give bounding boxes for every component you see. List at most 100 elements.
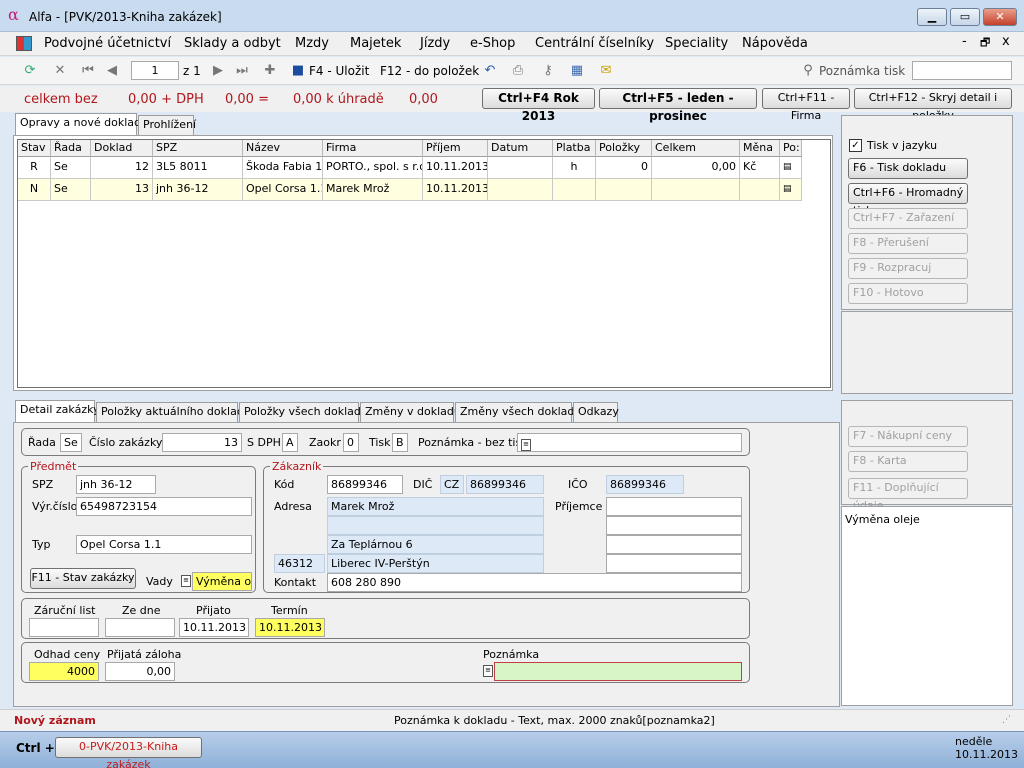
app-menu-icon[interactable]	[16, 36, 32, 51]
menu-speciality[interactable]: Speciality	[665, 36, 728, 51]
col-header-rada[interactable]: Řada	[51, 140, 91, 157]
minimize-button[interactable]: ▁	[917, 8, 947, 26]
menu-podvojne[interactable]: Podvojné účetnictví	[44, 36, 171, 51]
menu-napoveda[interactable]: Nápověda	[742, 36, 808, 51]
spz-field[interactable]: jnh 36-12	[76, 475, 156, 494]
poznamka-memo-icon[interactable]: ≡	[483, 665, 493, 677]
mdi-restore-button[interactable]: 🗗	[980, 34, 990, 53]
calculator-icon[interactable]: ▦	[569, 63, 585, 79]
last-record-icon[interactable]: ⏭	[234, 63, 250, 79]
resize-grip-icon[interactable]: ⋰	[1002, 715, 1011, 725]
menu-majetek[interactable]: Majetek	[350, 36, 401, 51]
first-record-icon[interactable]: ⏮	[80, 63, 96, 79]
col-header-firma[interactable]: Firma	[323, 140, 423, 157]
print-document-button[interactable]: F6 - Tisk dokladu	[848, 158, 968, 179]
vady-memo-icon[interactable]: ≡	[181, 575, 191, 587]
card-button[interactable]: F8 - Karta	[848, 451, 968, 472]
period-button[interactable]: Ctrl+F5 - leden - prosinec	[599, 88, 757, 123]
zedne-field[interactable]	[105, 618, 175, 637]
odhad-field[interactable]: 4000	[29, 662, 99, 681]
mail-icon[interactable]: ✉	[598, 63, 614, 79]
pause-button[interactable]: F8 - Přerušení	[848, 233, 968, 254]
address-line2-field[interactable]	[327, 516, 544, 535]
key-icon[interactable]: ⚷	[540, 63, 556, 79]
save-button[interactable]: F4 - Uložit	[309, 64, 369, 78]
prijato-field[interactable]: 10.11.2013	[179, 618, 249, 637]
hide-detail-button[interactable]: Ctrl+F12 - Skryj detail i položky	[854, 88, 1012, 122]
sdph-field[interactable]: A	[282, 433, 298, 452]
tab-prohlizeni[interactable]: Prohlížení	[138, 115, 196, 135]
search-field[interactable]	[912, 61, 1012, 80]
delete-icon[interactable]: ✕	[52, 63, 68, 79]
order-status-button[interactable]: F11 - Stav zakázky	[30, 568, 136, 589]
maximize-button[interactable]: ▭	[950, 8, 980, 26]
binoculars-icon[interactable]: ⚲	[800, 63, 816, 79]
tab-changes[interactable]: Změny v dokladu	[360, 402, 461, 422]
termin-field[interactable]: 10.11.2013	[255, 618, 325, 637]
additional-info-button[interactable]: F11 - Doplňující údaje	[848, 478, 968, 512]
city-field[interactable]: Liberec IV-Perštýn	[327, 554, 544, 573]
tab-items-all[interactable]: Položky všech dokladů	[239, 402, 368, 422]
tab-detail[interactable]: Detail zakázky	[15, 400, 100, 422]
undo-icon[interactable]: ↶	[482, 63, 498, 79]
purchase-prices-button[interactable]: F7 - Nákupní ceny	[848, 426, 968, 447]
menu-centralni[interactable]: Centrální číselníky	[535, 36, 654, 51]
col-header-nazev[interactable]: Název	[243, 140, 323, 157]
tab-links[interactable]: Odkazy	[573, 402, 619, 422]
zaruka-field[interactable]	[29, 618, 99, 637]
typ-field[interactable]: Opel Corsa 1.1	[76, 535, 252, 554]
tab-opravy[interactable]: Opravy a nové doklady	[15, 113, 148, 135]
col-header-doklad[interactable]: Doklad	[91, 140, 153, 157]
note-no-print-field[interactable]: ≡	[517, 433, 742, 452]
close-button[interactable]: ✕	[983, 8, 1017, 26]
ico-field[interactable]: 86899346	[606, 475, 684, 494]
prev-record-icon[interactable]: ◀	[104, 63, 120, 79]
prijemce-line4[interactable]	[606, 554, 742, 573]
menu-mzdy[interactable]: Mzdy	[295, 36, 329, 51]
prijemce-line1[interactable]	[606, 497, 742, 516]
vyr-field[interactable]: 65498723154	[76, 497, 252, 516]
poznamka-field[interactable]	[494, 662, 742, 681]
col-header-spz[interactable]: SPZ	[153, 140, 243, 157]
rada-field[interactable]: Se	[60, 433, 82, 452]
street-field[interactable]: Za Teplárnou 6	[327, 535, 544, 554]
refresh-icon[interactable]: ⟳	[22, 63, 38, 79]
orders-grid[interactable]: Stav Řada Doklad SPZ Název Firma Příjem Datum Pl…	[17, 139, 831, 388]
bulk-print-button[interactable]: Ctrl+F6 - Hromadný tisk	[848, 183, 968, 217]
to-items-button[interactable]: F12 - do položek	[380, 64, 479, 78]
record-number-field[interactable]: 1	[131, 61, 179, 80]
table-row[interactable]: N Se 13 jnh 36-12 Opel Corsa 1.1 Marek Mrož 10…	[18, 179, 802, 201]
kontakt-field[interactable]: 608 280 890	[327, 573, 742, 592]
add-icon[interactable]: ✚	[262, 63, 278, 79]
dic-field[interactable]: 86899346	[466, 475, 544, 494]
col-header-prijem[interactable]: Příjem	[423, 140, 488, 157]
col-header-polozky[interactable]: Položky	[596, 140, 652, 157]
prijemce-line3[interactable]	[606, 535, 742, 554]
psc-field[interactable]: 46312	[274, 554, 325, 573]
kod-field[interactable]: 86899346	[327, 475, 403, 494]
dic-country-field[interactable]: CZ	[440, 475, 464, 494]
tab-items-current[interactable]: Položky aktuálního dokladu	[96, 402, 251, 422]
vady-field[interactable]: Výměna oleje	[192, 572, 252, 591]
open-task-button[interactable]: 0-PVK/2013-Kniha zakázek	[55, 737, 202, 768]
print-icon[interactable]: ⎙	[510, 63, 526, 79]
tab-changes-all[interactable]: Změny všech dokladů	[455, 402, 581, 422]
menu-sklady[interactable]: Sklady a odbyt	[184, 36, 281, 51]
year-button[interactable]: Ctrl+F4 Rok 2013	[482, 88, 595, 123]
save-icon[interactable]: ■	[290, 63, 306, 79]
col-header-po[interactable]: Po:	[780, 140, 802, 157]
zaloha-field[interactable]: 0,00	[105, 662, 175, 681]
col-header-celkem[interactable]: Celkem	[652, 140, 740, 157]
mdi-minimize-button[interactable]: -	[962, 34, 967, 49]
next-record-icon[interactable]: ▶	[210, 63, 226, 79]
assign-button[interactable]: Ctrl+F7 - Zařazení	[848, 208, 968, 229]
firm-button[interactable]: Ctrl+F11 - Firma	[762, 88, 850, 122]
col-header-datum[interactable]: Datum	[488, 140, 553, 157]
prijemce-line2[interactable]	[606, 516, 742, 535]
mdi-close-button[interactable]: x	[1002, 34, 1010, 49]
in-progress-button[interactable]: F9 - Rozpracuj	[848, 258, 968, 279]
col-header-platba[interactable]: Platba	[553, 140, 596, 157]
customer-name-field[interactable]: Marek Mrož	[327, 497, 544, 516]
language-checkbox[interactable]: ✓	[849, 139, 862, 152]
cislo-field[interactable]: 13	[162, 433, 242, 452]
